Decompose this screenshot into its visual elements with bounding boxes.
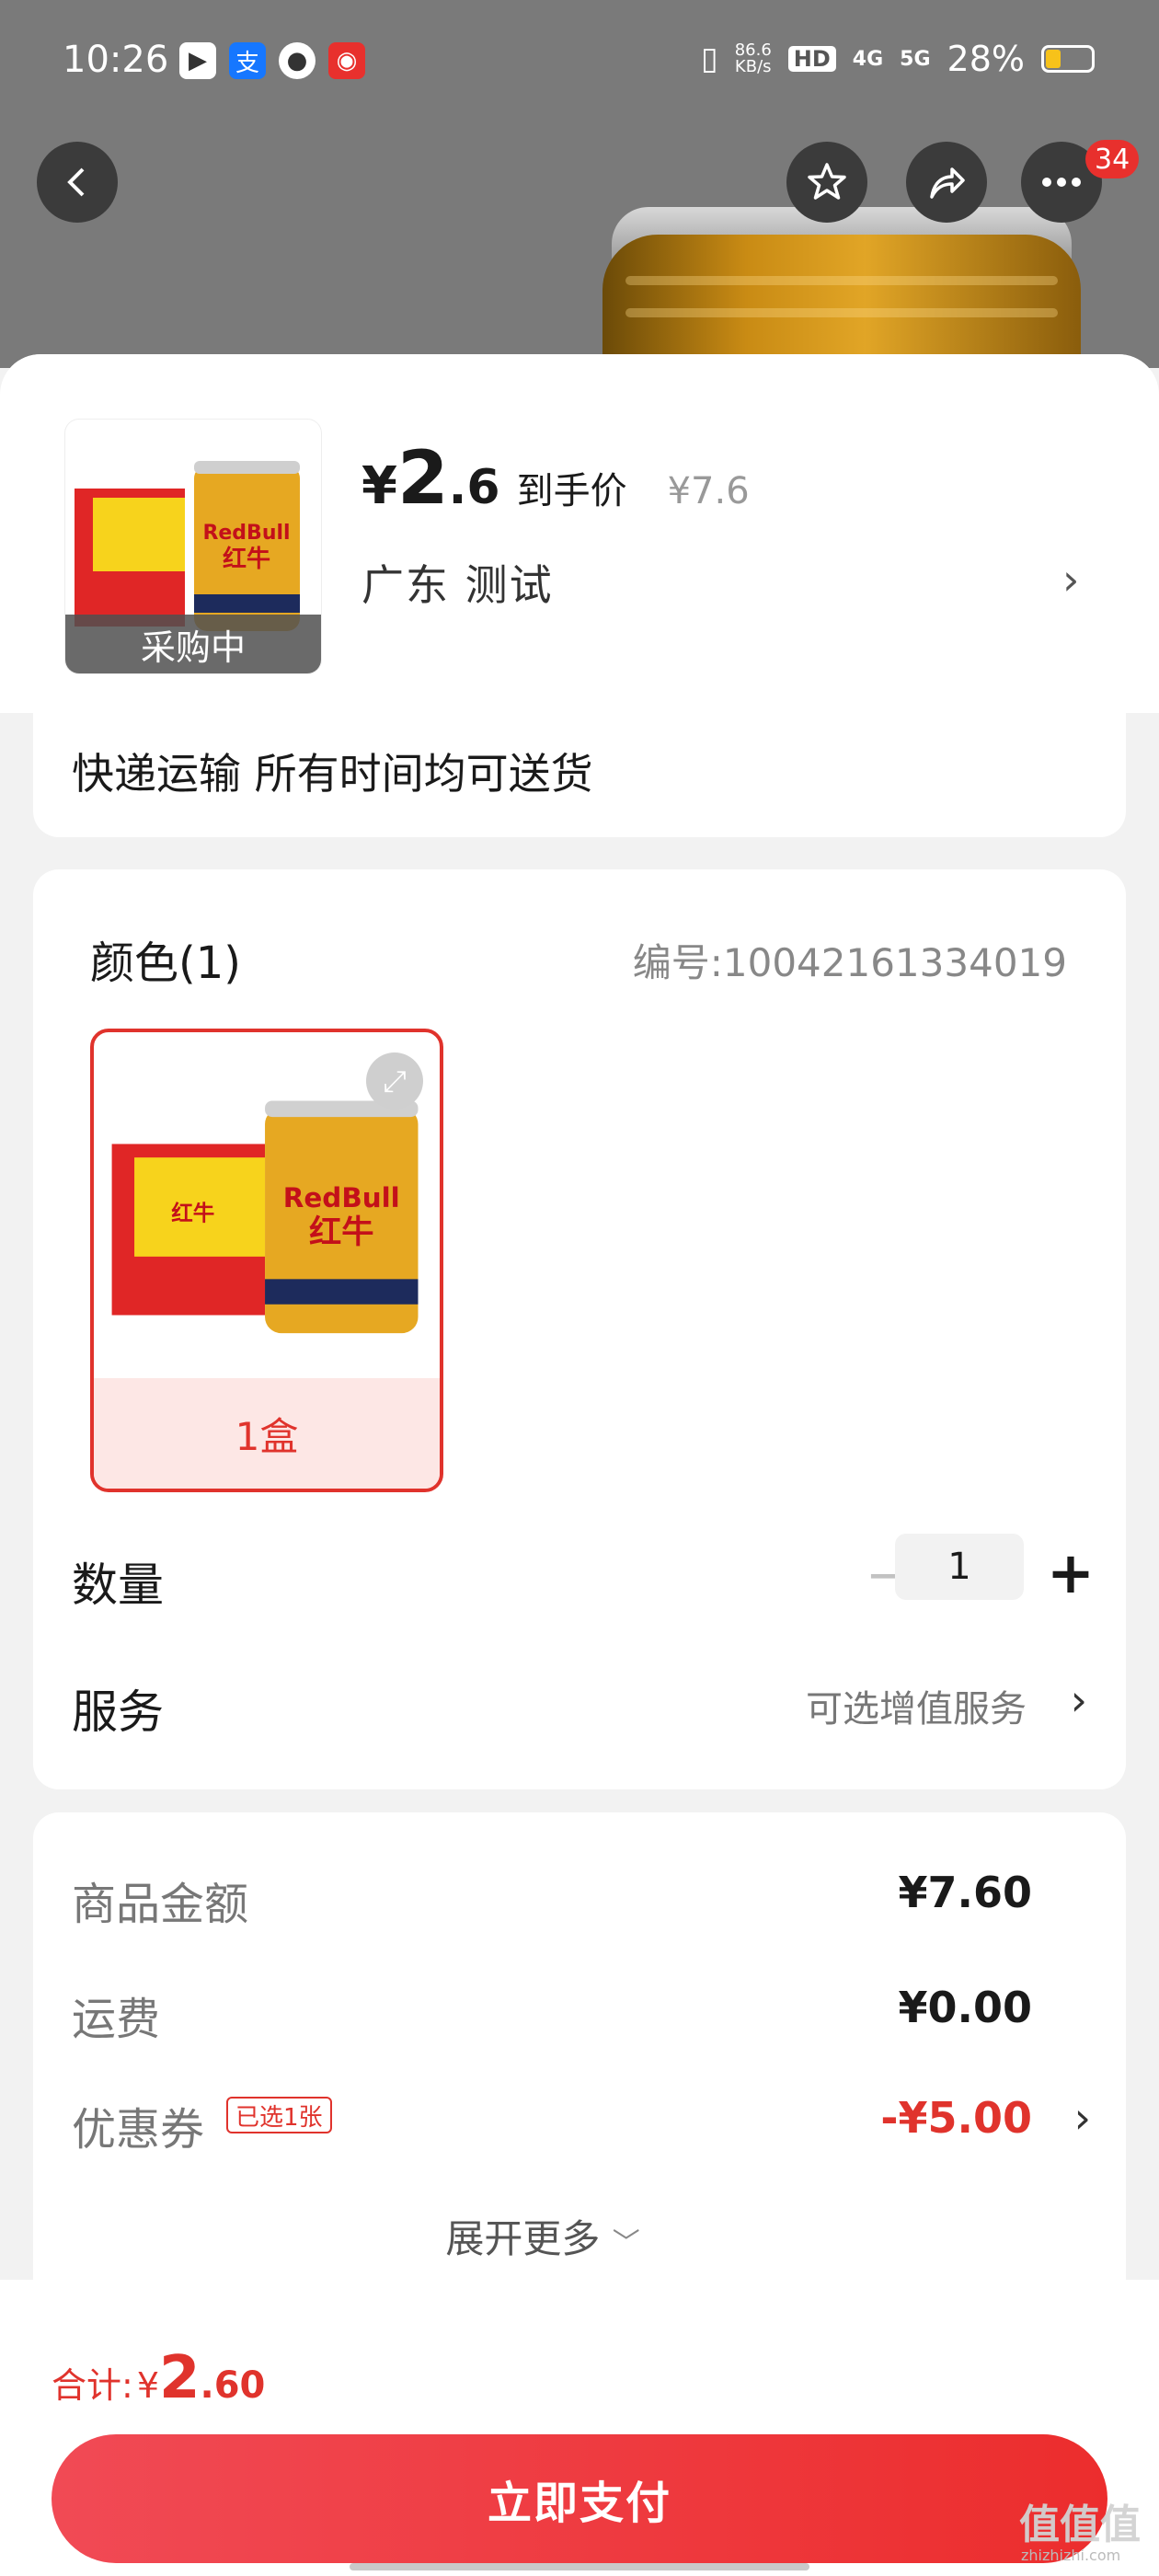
price-integer: 2 (396, 435, 449, 521)
quantity-label: 数量 (72, 1558, 164, 1612)
browser-app-icon: ● (279, 42, 316, 79)
delivery-info: 快递运输 所有时间均可送货 (72, 749, 593, 799)
back-arrow-icon (67, 167, 85, 197)
notification-badge: 34 (1085, 140, 1140, 178)
shipping-value: ¥0.00 (898, 1983, 1032, 2032)
battery-icon (1041, 45, 1095, 73)
total-currency: ¥ (136, 2365, 159, 2406)
svg-text:RedBull: RedBull (202, 522, 290, 545)
svg-text:红牛: 红牛 (309, 1213, 374, 1251)
expand-more-button[interactable]: 展开更多 ﹀ (33, 2208, 1052, 2264)
purchasing-label: 采购中 (65, 615, 321, 673)
svg-text:红牛: 红牛 (171, 1201, 214, 1226)
star-icon (808, 163, 846, 200)
pay-now-button[interactable]: 立即支付 (52, 2434, 1107, 2563)
signal-4g-icon: 4G (852, 47, 884, 71)
color-option-selected[interactable]: 红牛 RedBull 红牛 ⤢ 1盒 (90, 1029, 443, 1492)
share-icon (930, 167, 965, 199)
quantity-input[interactable]: 1 (895, 1534, 1024, 1600)
original-price: ¥7.6 (667, 470, 750, 512)
price-decimal: .6 (448, 460, 500, 515)
spec-card: 颜色(1) 编号:10042161334019 红牛 RedBull 红牛 ⤢ … (33, 869, 1126, 1789)
service-chevron-icon[interactable]: › (1071, 1675, 1087, 1725)
can-rib (625, 308, 1058, 317)
sheet-header: RedBull 红牛 采购中 ¥ 2 .6 到手价 ¥7.6 广东 测试 › (0, 354, 1159, 713)
watermark-url: zhizhizhi.com (1021, 2547, 1121, 2564)
goods-amount-label: 商品金额 (72, 1879, 249, 1930)
price-currency: ¥ (361, 456, 397, 516)
battery-percent: 28% (947, 39, 1025, 79)
purchase-sheet: RedBull 红牛 采购中 ¥ 2 .6 到手价 ¥7.6 广东 测试 › 快… (0, 354, 1159, 2576)
share-button[interactable] (906, 142, 987, 223)
coupon-label: 优惠券 (72, 2104, 205, 2156)
home-indicator[interactable] (350, 2563, 809, 2570)
color-title: 颜色(1) (90, 937, 241, 989)
video-app-icon: ▶ (179, 42, 216, 79)
product-code: 编号:10042161334019 (632, 940, 1067, 985)
service-label: 服务 (72, 1685, 164, 1739)
total-label: 合计: (52, 2365, 133, 2406)
vibrate-icon: ▯ (700, 40, 718, 77)
svg-text:红牛: 红牛 (223, 545, 270, 573)
hd-icon: HD (787, 46, 836, 72)
status-time: 10:26 (63, 39, 169, 81)
total-integer: 2 (159, 2344, 201, 2412)
goods-amount-value: ¥7.60 (898, 1868, 1032, 1917)
shopping-app-icon: ◉ (328, 42, 365, 79)
option-label: 1盒 (94, 1378, 440, 1489)
price-tag: 到手价 (516, 470, 627, 512)
status-right: ▯ 86.6 KB/s HD 4G 5G 28% (701, 39, 1095, 79)
alipay-icon: 支 (229, 42, 266, 79)
coupon-value: -¥5.00 (880, 2093, 1032, 2143)
coupon-selected-tag: 已选1张 (226, 2097, 332, 2133)
price-line: ¥ 2 .6 到手价 ¥7.6 (361, 435, 750, 521)
more-dots-icon (1042, 178, 1081, 187)
chevron-down-icon: ﹀ (612, 2227, 640, 2260)
product-thumbnail[interactable]: RedBull 红牛 采购中 (64, 419, 322, 674)
net-speed: 86.6 KB/s (735, 42, 772, 75)
total-decimal: .60 (200, 2364, 266, 2407)
favorite-button[interactable] (786, 142, 867, 223)
coupon-chevron-icon[interactable]: › (1074, 2093, 1091, 2143)
svg-text:RedBull: RedBull (283, 1182, 400, 1213)
can-rib (625, 276, 1058, 285)
back-button[interactable] (37, 142, 118, 223)
signal-5g-icon: 5G (900, 47, 931, 71)
total-price: 合计: ¥ 2 .60 (52, 2344, 265, 2412)
address-chevron-icon[interactable]: › (1062, 555, 1079, 604)
net-speed-unit: KB/s (734, 57, 772, 76)
checkout-bar: 合计: ¥ 2 .60 立即支付 值值值 zhizhizhi.com (0, 2280, 1159, 2576)
delivery-address[interactable]: 广东 测试 (361, 552, 554, 613)
status-bar: 10:26 ▶ 支 ● ◉ ▯ 86.6 KB/s HD 4G 5G 28% (0, 0, 1159, 124)
shipping-label: 运费 (72, 1994, 161, 2045)
watermark: 值值值 (1019, 2501, 1141, 2548)
expand-more-label: 展开更多 (445, 2216, 601, 2261)
quantity-plus-button[interactable]: + (1047, 1539, 1095, 1606)
product-can-body (602, 235, 1081, 368)
expand-image-button[interactable]: ⤢ (366, 1052, 423, 1110)
delivery-card: 快递运输 所有时间均可送货 (33, 713, 1126, 837)
status-app-icons: ▶ 支 ● ◉ (179, 42, 365, 79)
service-value[interactable]: 可选增值服务 (806, 1679, 1027, 1732)
